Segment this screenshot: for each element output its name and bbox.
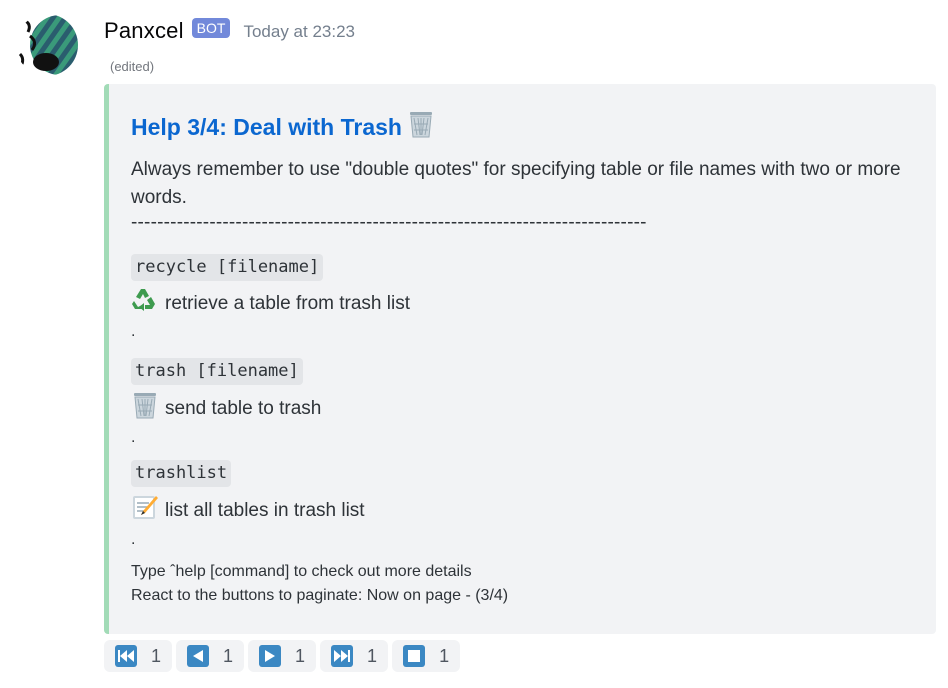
command-item: recycle [filename] retrieve a table from… [131, 254, 410, 341]
command-text: retrieve a table from trash list [165, 293, 410, 314]
embed-description-text: Always remember to use "double quotes" f… [131, 159, 901, 208]
footer-help-text: Type ˆhelp [command] to check out more d… [131, 563, 472, 580]
embed-description: Always remember to use "double quotes" f… [131, 156, 921, 234]
command-item: trash [filename] send table to trash . [131, 358, 321, 447]
spacer-dot: . [131, 429, 136, 446]
track-next-icon [331, 645, 354, 667]
footer-page-text: React to the buttons to paginate: Now on… [131, 587, 509, 604]
command-code: recycle [filename] [131, 254, 324, 281]
embed-footer: Type ˆhelp [command] to check out more d… [131, 560, 508, 608]
embed-title-text: Help 3/4: Deal with Trash [131, 113, 402, 140]
embed-title[interactable]: Help 3/4: Deal with Trash [131, 110, 434, 144]
reaction-count: 1 [223, 645, 234, 666]
command-description: retrieve a table from trash list [131, 287, 410, 321]
memo-icon [131, 493, 159, 529]
reaction-last-page[interactable]: 1 [320, 640, 389, 672]
arrow-backward-icon [187, 645, 210, 667]
bot-badge: BOT [191, 18, 231, 38]
message-header: Panxcel BOT Today at 23:23 [104, 14, 355, 48]
message-timestamp[interactable]: Today at 23:23 [243, 22, 355, 42]
track-previous-icon [115, 645, 137, 667]
wastebasket-icon [408, 110, 434, 144]
separator: ----------------------------------------… [131, 212, 647, 233]
command-code: trash [filename] [131, 358, 303, 385]
reaction-count: 1 [295, 645, 306, 666]
command-description: send table to trash [131, 391, 321, 427]
reaction-count: 1 [151, 645, 162, 666]
command-text: list all tables in trash list [165, 500, 365, 521]
reaction-previous-page[interactable]: 1 [176, 640, 245, 672]
chat-message: Panxcel BOT Today at 23:23 (edited) Help… [0, 0, 948, 688]
command-item: trashlist list all tables in trash list … [131, 460, 365, 549]
reaction-first-page[interactable]: 1 [104, 640, 173, 672]
command-text: send table to trash [165, 398, 322, 419]
spacer-dot: . [131, 531, 136, 548]
reaction-count: 1 [367, 645, 378, 666]
command-code: trashlist [131, 460, 232, 487]
reaction-stop[interactable]: 1 [392, 640, 461, 672]
edited-label: (edited) [110, 59, 155, 74]
avatar-image [16, 14, 78, 76]
help-embed: Help 3/4: Deal with Trash Always remembe… [104, 84, 936, 634]
command-description: list all tables in trash list [131, 493, 365, 529]
wastebasket-icon [131, 391, 159, 427]
arrow-forward-icon [259, 645, 282, 667]
recycle-icon [131, 287, 159, 321]
spacer-dot: . [131, 323, 136, 340]
reaction-count: 1 [439, 645, 450, 666]
reaction-next-page[interactable]: 1 [248, 640, 317, 672]
username[interactable]: Panxcel [104, 18, 184, 44]
stop-button-icon [403, 645, 426, 667]
avatar[interactable] [16, 14, 78, 76]
reaction-bar: 1 1 1 1 1 [104, 640, 461, 672]
